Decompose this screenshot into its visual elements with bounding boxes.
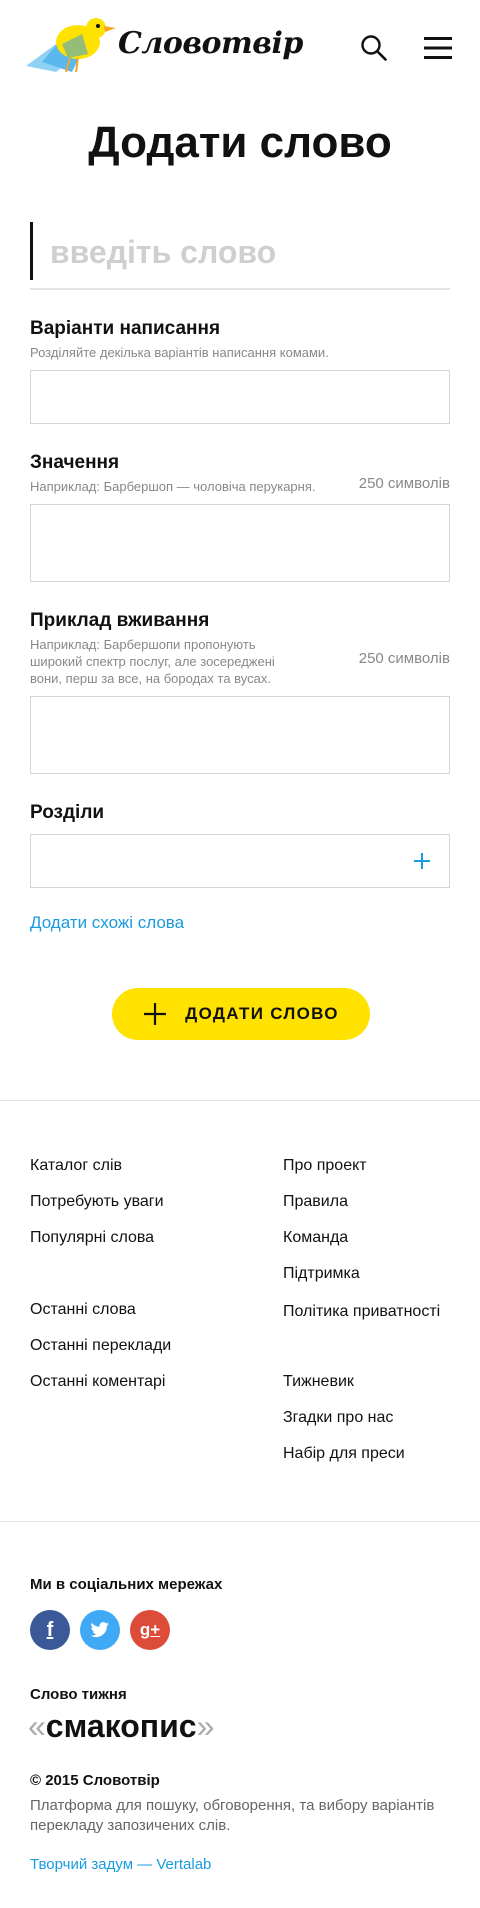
footer-link[interactable]: Потребують уваги [30,1193,164,1211]
bird-logo-icon [26,18,116,73]
word-of-week-link[interactable]: «смакопис» [28,1708,214,1745]
example-field-box [30,696,450,774]
meaning-hint: Наприклад: Барбершоп — чоловіча перукарн… [30,479,316,494]
footer-link[interactable]: Популярні слова [30,1229,154,1247]
plus-icon [144,1003,167,1025]
text-caret [30,222,33,280]
footer-link[interactable]: Останні слова [30,1301,136,1319]
footer-link[interactable]: Правила [283,1193,348,1211]
add-similar-words-link[interactable]: Додати схожі слова [30,913,184,933]
word-input[interactable] [50,226,440,278]
example-title: Приклад вживання [30,610,210,631]
spelling-field-box [30,370,450,424]
footer-link[interactable]: Згадки про нас [283,1409,393,1427]
social-title: Ми в соціальних мережах [30,1576,223,1593]
about-text: Платформа для пошуку, обговорення, та ви… [30,1797,435,1834]
plus-icon [414,853,430,869]
google-plus-icon: g+ [139,1620,161,1639]
example-field[interactable] [31,697,449,773]
logo[interactable]: Словотвір [26,14,303,80]
example-hint: Наприклад: Барбершопи пропонують широкий… [30,637,275,686]
footer-divider [0,1100,480,1101]
sections-field-box [30,834,450,888]
facebook-icon: f [46,1618,54,1641]
site-header: Словотвір [0,0,480,96]
close-quote: » [196,1708,215,1744]
footer-link[interactable]: Політика приватності [283,1303,440,1321]
word-input-wrapper [30,220,450,290]
sections-field[interactable] [31,835,391,887]
footer-link[interactable]: Команда [283,1229,348,1247]
copyright: © 2015 Словотвір [30,1772,160,1789]
footer-link[interactable]: Останні коментарі [30,1373,165,1391]
search-button[interactable] [360,34,388,62]
spelling-field[interactable] [31,371,449,423]
word-of-week-title: Слово тижня [30,1686,127,1703]
footer-link[interactable]: Останні переклади [30,1337,171,1355]
example-char-counter: 250 символів [358,650,450,667]
search-icon [361,35,387,61]
footer-divider [0,1521,480,1522]
add-section-button[interactable] [411,850,433,872]
spelling-title: Варіанти написання [30,318,221,339]
footer-link[interactable]: Тижневик [283,1373,354,1391]
footer-link[interactable]: Про проект [283,1157,367,1175]
credit-link[interactable]: Творчий задум — Vertalab [30,1856,211,1873]
google-plus-button[interactable]: g+ [130,1610,170,1650]
sections-title: Розділи [30,802,105,823]
footer-link[interactable]: Набір для преси [283,1445,405,1463]
twitter-button[interactable] [80,1610,120,1650]
facebook-button[interactable]: f [30,1610,70,1650]
open-quote: « [28,1708,46,1744]
word-of-week: смакопис [45,1708,197,1744]
add-word-button-label: ДОДАТИ СЛОВО [185,1004,339,1023]
meaning-field[interactable] [31,505,449,581]
meaning-field-box [30,504,450,582]
meaning-char-counter: 250 символів [358,475,450,492]
menu-icon [424,37,452,59]
menu-button[interactable] [424,36,452,60]
page-title: Додати слово [88,118,392,167]
footer-link[interactable]: Підтримка [283,1265,360,1283]
add-word-button[interactable]: ДОДАТИ СЛОВО [112,988,370,1040]
logo-text: Словотвір [118,26,303,61]
twitter-icon [90,1622,109,1638]
spelling-hint: Розділяйте декілька варіантів написання … [30,345,329,360]
meaning-title: Значення [30,452,120,473]
footer-link[interactable]: Каталог слів [30,1157,122,1175]
